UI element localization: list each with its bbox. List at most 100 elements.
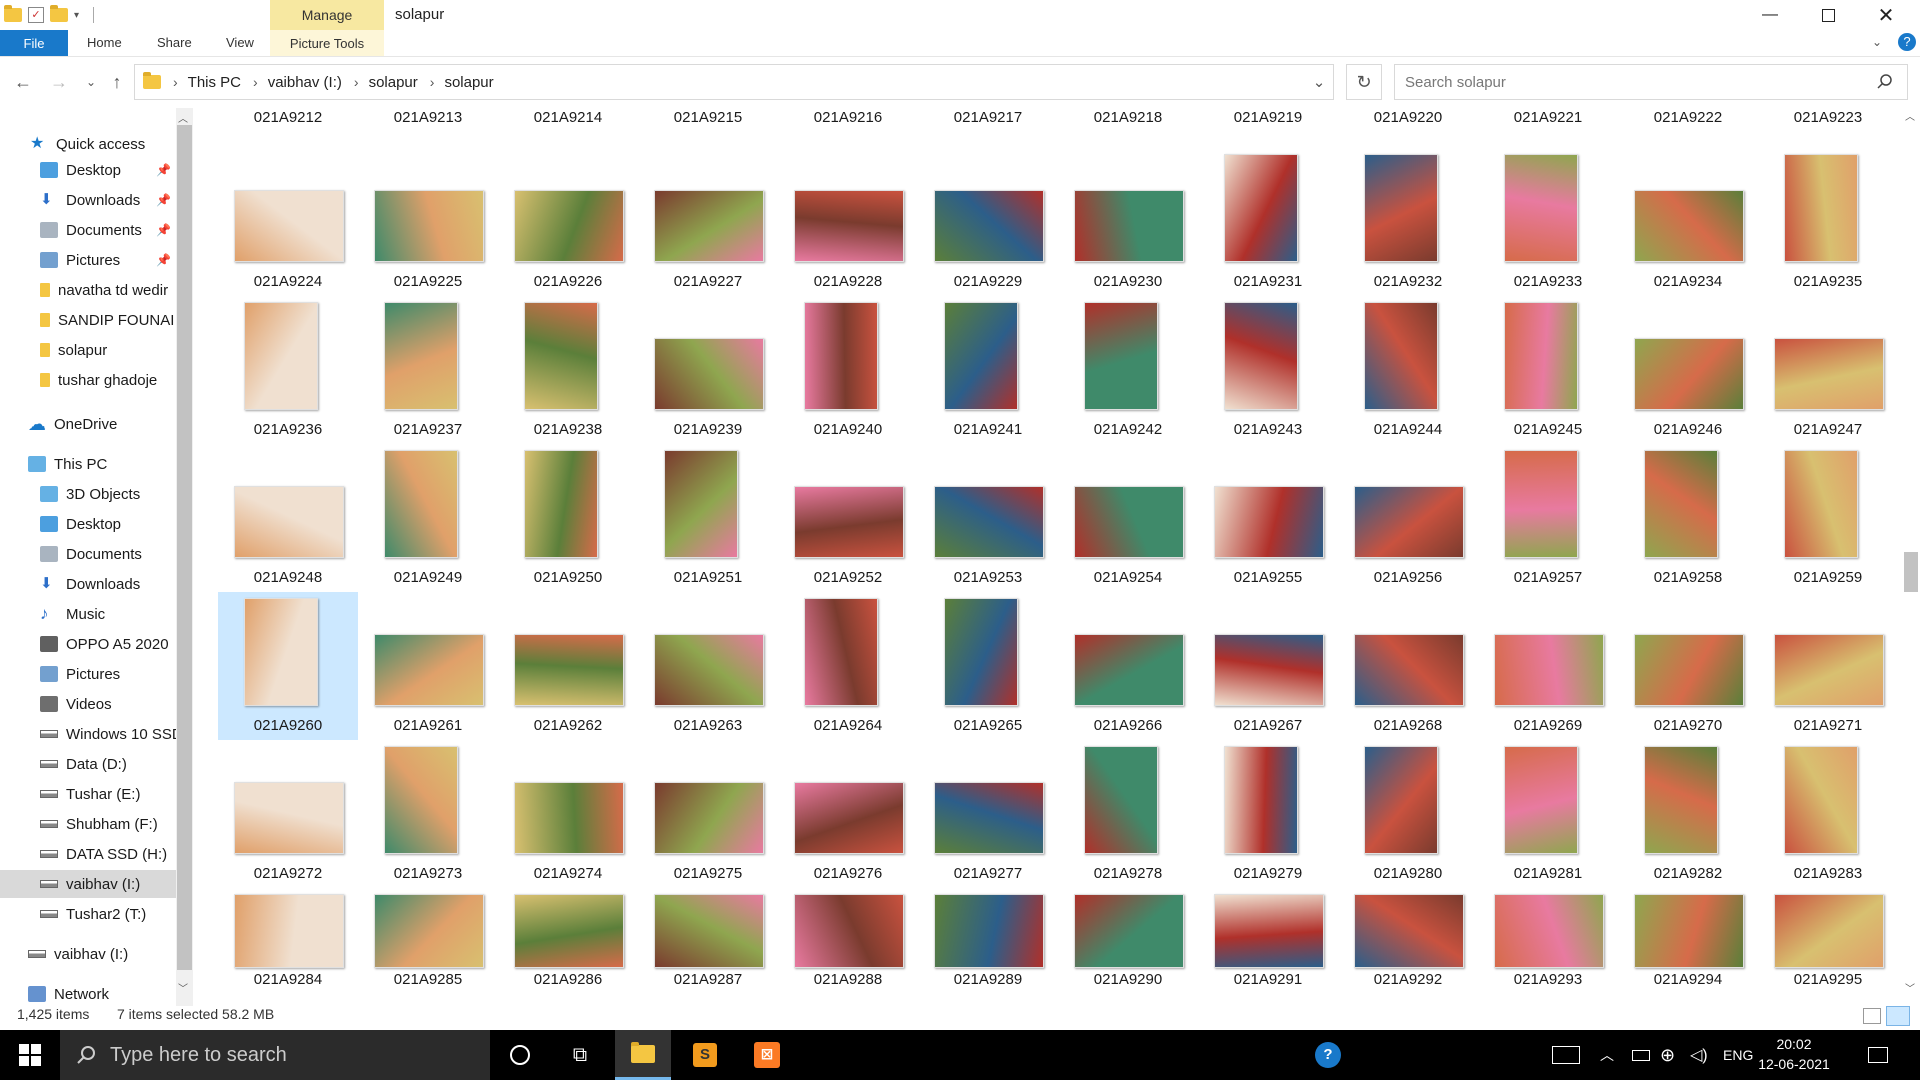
back-button[interactable]: ← [10, 68, 36, 96]
breadcrumb-drive[interactable]: vaibhav (I:) [268, 74, 342, 91]
file-item[interactable]: 021A9240 [778, 296, 918, 444]
sublime-taskbar-button[interactable]: S [677, 1030, 733, 1080]
file-item[interactable]: 021A9264 [778, 592, 918, 740]
nav-pc-item-6[interactable]: Pictures [0, 660, 176, 688]
file-item[interactable]: 021A9272 [218, 740, 358, 888]
file-item[interactable]: 021A9251 [638, 444, 778, 592]
scroll-down-icon[interactable]: ﹀ [1905, 980, 1915, 995]
network-icon[interactable]: ⊕ [1660, 1030, 1675, 1080]
file-item[interactable]: 021A9273 [358, 740, 498, 888]
nav-quick-access[interactable]: ★ Quick access [0, 130, 176, 158]
file-item[interactable]: 021A9248 [218, 444, 358, 592]
file-item[interactable]: 021A9230 [1058, 148, 1198, 296]
file-item[interactable]: 021A9253 [918, 444, 1058, 592]
file-item[interactable]: 021A9256 [1338, 444, 1478, 592]
taskbar-search-box[interactable]: Type here to search [60, 1030, 490, 1080]
touch-keyboard-icon[interactable] [1552, 1030, 1580, 1080]
file-item[interactable]: 021A9262 [498, 592, 638, 740]
file-item[interactable]: 021A9238 [498, 296, 638, 444]
content-scrollbar-thumb[interactable] [1904, 552, 1918, 592]
help-icon[interactable]: ? [1898, 33, 1916, 51]
file-item[interactable]: 021A9275 [638, 740, 778, 888]
file-item[interactable]: 021A9218 [1058, 104, 1198, 132]
recent-locations-button[interactable]: ⌄ [78, 68, 104, 96]
file-item[interactable]: 021A9267 [1198, 592, 1338, 740]
notification-icon[interactable] [1868, 1030, 1888, 1080]
file-item[interactable]: 021A9220 [1338, 104, 1478, 132]
file-item[interactable]: 021A9292 [1338, 888, 1478, 992]
address-dropdown-button[interactable]: ⌄ [1305, 64, 1333, 100]
file-item[interactable]: 021A9283 [1758, 740, 1895, 888]
breadcrumb-this-pc[interactable]: This PC [188, 74, 241, 91]
task-view-button[interactable]: ⧉ [552, 1030, 608, 1080]
file-item[interactable]: 021A9255 [1198, 444, 1338, 592]
file-item[interactable]: 021A9263 [638, 592, 778, 740]
search-input[interactable]: Search solapur [1394, 64, 1908, 100]
maximize-button[interactable] [1800, 0, 1856, 30]
nav-pc-item-14[interactable]: Tushar2 (T:) [0, 900, 176, 928]
nav-item-3[interactable]: Pictures 📌 [0, 246, 176, 274]
nav-pc-item-7[interactable]: Videos [0, 690, 176, 718]
file-tab[interactable]: File [0, 30, 68, 56]
address-bar[interactable]: › This PC › vaibhav (I:) › solapur › sol… [134, 64, 1334, 100]
tab-share[interactable]: Share [157, 30, 192, 56]
tab-picture-tools[interactable]: Picture Tools [270, 30, 384, 56]
file-item[interactable]: 021A9260 [218, 592, 358, 740]
file-item[interactable]: 021A9254 [1058, 444, 1198, 592]
nav-network[interactable]: Network [0, 980, 176, 1006]
help-tray-button[interactable]: ? [1300, 1030, 1356, 1080]
refresh-button[interactable]: ↻ [1346, 64, 1382, 100]
expand-ribbon-icon[interactable]: ⌄ [1872, 35, 1882, 49]
file-item[interactable]: 021A9277 [918, 740, 1058, 888]
nav-item-1[interactable]: ⬇ Downloads 📌 [0, 186, 176, 214]
nav-pc-item-11[interactable]: Shubham (F:) [0, 810, 176, 838]
nav-pc-item-13[interactable]: vaibhav (I:) [0, 870, 176, 898]
file-item[interactable]: 021A9282 [1618, 740, 1758, 888]
cortana-button[interactable] [492, 1030, 548, 1080]
breadcrumb-solapur-parent[interactable]: solapur [369, 74, 418, 91]
file-item[interactable]: 021A9247 [1758, 296, 1895, 444]
nav-pc-item-12[interactable]: DATA SSD (H:) [0, 840, 176, 868]
nav-item-7[interactable]: tushar ghadoje [0, 366, 176, 394]
file-item[interactable]: 021A9288 [778, 888, 918, 992]
nav-onedrive[interactable]: ☁ OneDrive [0, 410, 176, 438]
file-item[interactable]: 021A9249 [358, 444, 498, 592]
file-item[interactable]: 021A9224 [218, 148, 358, 296]
nav-pc-item-10[interactable]: Tushar (E:) [0, 780, 176, 808]
file-item[interactable]: 021A9235 [1758, 148, 1895, 296]
chevron-right-icon[interactable]: › [253, 74, 258, 90]
customize-qat-icon[interactable]: ▾ [74, 10, 79, 21]
file-item[interactable]: 021A9293 [1478, 888, 1618, 992]
file-item[interactable]: 021A9252 [778, 444, 918, 592]
file-item[interactable]: 021A9226 [498, 148, 638, 296]
file-item[interactable]: 021A9291 [1198, 888, 1338, 992]
nav-pc-item-3[interactable]: ⬇ Downloads [0, 570, 176, 598]
close-button[interactable]: ✕ [1858, 0, 1914, 30]
file-item[interactable]: 021A9270 [1618, 592, 1758, 740]
file-item[interactable]: 021A9265 [918, 592, 1058, 740]
file-item[interactable]: 021A9214 [498, 104, 638, 132]
file-item[interactable]: 021A9286 [498, 888, 638, 992]
file-item[interactable]: 021A9280 [1338, 740, 1478, 888]
file-item[interactable]: 021A9266 [1058, 592, 1198, 740]
file-item[interactable]: 021A9216 [778, 104, 918, 132]
file-item[interactable]: 021A9295 [1758, 888, 1895, 992]
manage-tab[interactable]: Manage [270, 0, 384, 30]
nav-scroll-down-icon[interactable]: ﹀ [178, 980, 188, 995]
file-item[interactable]: 021A9281 [1478, 740, 1618, 888]
nav-pc-item-1[interactable]: Desktop [0, 510, 176, 538]
file-item[interactable]: 021A9285 [358, 888, 498, 992]
file-item[interactable]: 021A9294 [1618, 888, 1758, 992]
battery-icon[interactable] [1632, 1030, 1650, 1080]
details-view-icon[interactable] [1863, 1008, 1881, 1024]
clock[interactable]: 20:02 12-06-2021 [1756, 1034, 1832, 1074]
start-button[interactable] [0, 1030, 60, 1080]
nav-pc-item-2[interactable]: Documents [0, 540, 176, 568]
file-item[interactable]: 021A9234 [1618, 148, 1758, 296]
file-item[interactable]: 021A9289 [918, 888, 1058, 992]
file-item[interactable]: 021A9236 [218, 296, 358, 444]
nav-pc-item-8[interactable]: Windows 10 SSD [0, 720, 176, 748]
forward-button[interactable]: → [46, 68, 72, 96]
file-item[interactable]: 021A9221 [1478, 104, 1618, 132]
file-item[interactable]: 021A9279 [1198, 740, 1338, 888]
